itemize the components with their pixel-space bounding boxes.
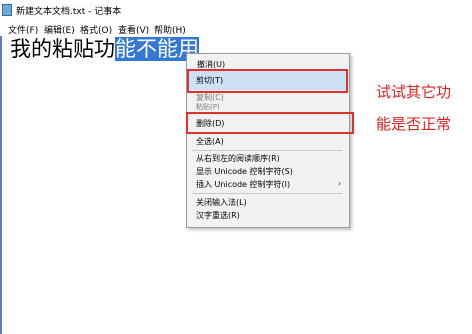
annotation-line-1: 试试其它功 bbox=[376, 83, 452, 101]
notepad-icon bbox=[2, 4, 12, 16]
menu-help[interactable]: 帮助(H) bbox=[154, 23, 186, 36]
menu-item-select-all[interactable]: 全选(A) bbox=[196, 136, 224, 147]
title-bar: 新建文本文档.txt - 记事本 bbox=[0, 0, 472, 20]
menu-item-paste[interactable]: 粘贴(P) bbox=[196, 102, 220, 112]
menu-format[interactable]: 格式(O) bbox=[80, 23, 112, 36]
menu-item-reconversion[interactable]: 汉字重选(R) bbox=[196, 210, 240, 221]
menu-view[interactable]: 查看(V) bbox=[118, 23, 149, 36]
cut-highlight-box bbox=[187, 69, 348, 93]
document-text: 我的粘贴功 bbox=[10, 37, 115, 61]
menu-edit[interactable]: 编辑(E) bbox=[44, 23, 75, 36]
menu-item-rtl-reading[interactable]: 从右到左的阅读顺序(R) bbox=[196, 153, 280, 164]
submenu-arrow-icon: › bbox=[338, 179, 342, 188]
text-line: 我的粘贴功能不能用 bbox=[10, 37, 199, 61]
menu-separator bbox=[192, 193, 342, 194]
delete-highlight-box bbox=[186, 112, 354, 134]
menu-item-insert-unicode[interactable]: 插入 Unicode 控制字符(I) bbox=[196, 179, 290, 190]
menu-bar: 文件(F) 编辑(E) 格式(O) 查看(V) 帮助(H) bbox=[0, 20, 472, 36]
menu-item-show-unicode[interactable]: 显示 Unicode 控制字符(S) bbox=[196, 166, 293, 177]
window-title: 新建文本文档.txt - 记事本 bbox=[16, 7, 122, 17]
menu-file[interactable]: 文件(F) bbox=[8, 23, 38, 36]
menu-item-close-ime[interactable]: 关闭输入法(L) bbox=[196, 197, 247, 208]
menu-separator bbox=[192, 150, 342, 151]
annotation-line-2: 能是否正常 bbox=[376, 115, 452, 133]
